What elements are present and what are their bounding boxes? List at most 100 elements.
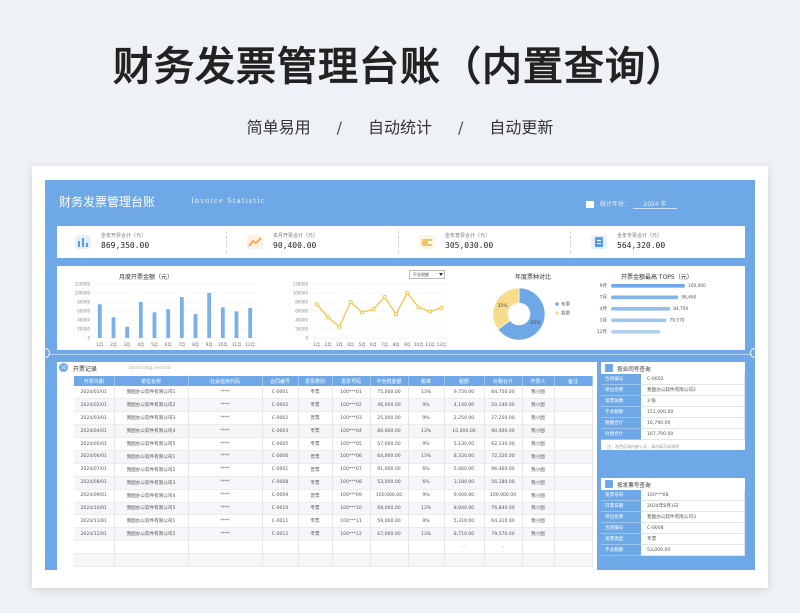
table-cell[interactable]: 100***02 (332, 398, 371, 413)
table-cell[interactable]: 我图办公软件有限公司5 (114, 502, 189, 516)
column-header[interactable]: 发票号码 (332, 376, 371, 386)
table-cell[interactable]: 我小图 (522, 386, 555, 400)
table-cell[interactable]: **** (188, 450, 263, 464)
table-cell[interactable]: **** (188, 437, 263, 451)
table-cell[interactable] (554, 450, 593, 464)
column-header[interactable]: 单位名称 (114, 376, 189, 386)
table-cell[interactable]: 我图办公软件有限公司3 (114, 411, 189, 426)
table-cell[interactable]: **** (188, 398, 263, 413)
table-cell[interactable]: 100***04 (332, 424, 371, 439)
table-cell[interactable]: **** (188, 502, 263, 516)
table-cell[interactable]: 75,000.00 (370, 386, 409, 400)
table-cell[interactable]: 13% (408, 502, 445, 516)
table-cell[interactable]: 9,750.00 (444, 386, 485, 400)
column-header[interactable]: 合同编号 (262, 376, 299, 386)
table-row[interactable]: 2024/11/01 我图办公软件有限公司1 **** C-0011 专票 100***1… (74, 514, 593, 529)
table-cell[interactable]: C-0006 (262, 450, 299, 464)
table-cell[interactable]: 我图办公软件有限公司1 (114, 514, 189, 529)
table-cell[interactable]: 13% (408, 450, 445, 464)
table-row[interactable]: 2024/09/01 我图办公软件有限公司4 **** C-0009 普票 100***0… (74, 489, 593, 503)
table-cell[interactable]: - (444, 540, 485, 555)
table-cell[interactable]: C-0012 (262, 527, 299, 542)
table-cell[interactable]: 9,000.00 (444, 489, 485, 503)
column-header[interactable]: 发票类别 (298, 376, 333, 386)
table-cell[interactable] (444, 553, 485, 567)
year-selector[interactable]: 统计年份： 2024 年 (585, 199, 677, 209)
table-row[interactable]: 2024/03/01 我图办公软件有限公司3 **** C-0002 普票 100***0… (74, 411, 593, 426)
table-cell[interactable]: 27,250.00 (484, 411, 523, 426)
table-cell[interactable]: 100***11 (332, 514, 371, 529)
table-cell[interactable] (370, 553, 409, 567)
table-cell[interactable]: 我小图 (522, 514, 555, 529)
table-cell[interactable] (332, 540, 371, 555)
table-cell[interactable]: 我小图 (522, 424, 555, 439)
table-cell[interactable] (554, 476, 593, 490)
table-cell[interactable]: 5,310.00 (444, 514, 485, 529)
column-header[interactable]: 价税合计 (484, 376, 523, 386)
table-cell[interactable]: C-0002 (262, 398, 299, 413)
column-header[interactable]: 税率 (408, 376, 445, 386)
table-cell[interactable]: 96,460.00 (484, 463, 523, 477)
table-cell[interactable]: 专票 (298, 476, 333, 490)
table-cell[interactable]: **** (188, 411, 263, 426)
table-cell[interactable]: 2024/03/01 (74, 411, 115, 426)
table-cell[interactable] (114, 553, 189, 567)
table-cell[interactable]: 我小图 (522, 398, 555, 413)
table-cell[interactable]: 62,130.00 (484, 437, 523, 451)
table-cell[interactable]: 100***08 (332, 476, 371, 490)
table-cell[interactable] (188, 540, 263, 555)
metric-dropdown[interactable]: 不含税额 (409, 270, 445, 279)
table-cell[interactable]: **** (188, 489, 263, 503)
table-cell[interactable] (370, 540, 409, 555)
table-cell[interactable]: 100***10 (332, 502, 371, 516)
table-cell[interactable]: 2024/06/01 (74, 450, 115, 464)
table-cell[interactable]: **** (188, 527, 263, 542)
table-cell[interactable]: 我图办公软件有限公司2 (114, 527, 189, 542)
table-cell[interactable]: 5,130.00 (444, 437, 485, 451)
table-cell[interactable]: 专票 (298, 437, 333, 451)
lookup-value[interactable]: 100***08 (641, 490, 745, 501)
table-cell[interactable]: 9% (408, 437, 445, 451)
table-cell[interactable]: 57,000.00 (370, 437, 409, 451)
table-cell[interactable]: 我小图 (522, 450, 555, 464)
table-cell[interactable]: 我小图 (522, 489, 555, 503)
table-cell[interactable]: 8,710.00 (444, 527, 485, 542)
table-cell[interactable] (554, 463, 593, 477)
table-cell[interactable]: 我小图 (522, 463, 555, 477)
table-cell[interactable]: C-0010 (262, 502, 299, 516)
table-cell[interactable]: 我图办公软件有限公司2 (114, 463, 189, 477)
column-header[interactable]: 开票人 (522, 376, 555, 386)
table-cell[interactable]: 普票 (298, 411, 333, 426)
table-cell[interactable] (114, 540, 189, 555)
table-cell[interactable] (262, 553, 299, 567)
table-cell[interactable] (554, 540, 593, 555)
table-cell[interactable]: 2024/07/01 (74, 463, 115, 477)
table-cell[interactable]: 100***05 (332, 437, 371, 451)
table-cell[interactable] (554, 424, 593, 439)
table-cell[interactable]: 64,000.00 (370, 450, 409, 464)
table-row[interactable]: 2024/08/01 我图办公软件有限公司3 **** C-0008 专票 100***0… (74, 476, 593, 490)
table-cell[interactable]: 2024/05/01 (74, 437, 115, 451)
table-cell[interactable]: - (484, 540, 523, 555)
table-row[interactable]: 2024/10/01 我图办公软件有限公司5 **** C-0010 专票 100***1… (74, 502, 593, 516)
table-cell[interactable]: 2,250.00 (444, 411, 485, 426)
table-cell[interactable] (554, 553, 593, 567)
table-row[interactable]: 2024/06/01 我图办公软件有限公司1 **** C-0006 普票 100***0… (74, 450, 593, 464)
table-cell[interactable]: 6% (408, 463, 445, 477)
table-cell[interactable]: 我图办公软件有限公司1 (114, 450, 189, 464)
table-cell[interactable]: 8,840.00 (444, 502, 485, 516)
table-cell[interactable]: 我图办公软件有限公司4 (114, 424, 189, 439)
table-cell[interactable]: 9% (408, 411, 445, 426)
table-cell[interactable] (408, 540, 445, 555)
table-cell[interactable]: C-0011 (262, 514, 299, 529)
column-header[interactable]: 开票日期 (74, 376, 115, 386)
table-cell[interactable]: 90,400.00 (484, 424, 523, 439)
lookup-value[interactable]: C-0002 (641, 374, 745, 385)
table-cell[interactable]: **** (188, 424, 263, 439)
table-cell[interactable]: 6% (408, 476, 445, 490)
table-cell[interactable] (554, 411, 593, 426)
table-cell[interactable]: 专票 (298, 527, 333, 542)
table-cell[interactable]: 2024/01/01 (74, 386, 115, 400)
table-cell[interactable] (298, 553, 333, 567)
table-cell[interactable]: 专票 (298, 398, 333, 413)
